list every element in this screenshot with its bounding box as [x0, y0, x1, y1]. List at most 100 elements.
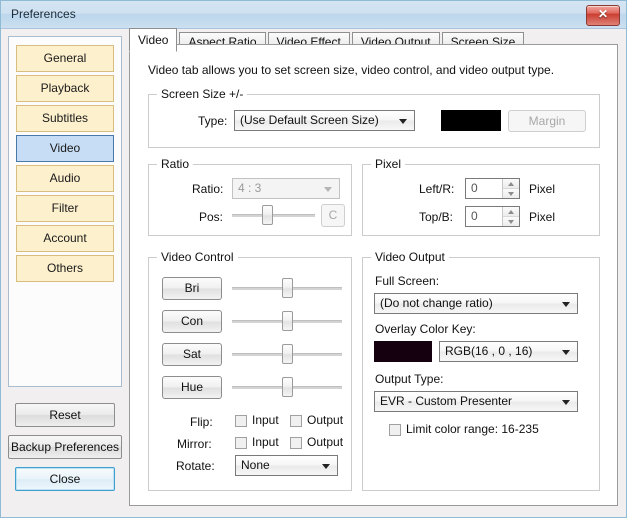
pixel-legend: Pixel [371, 157, 406, 171]
close-button[interactable]: Close [15, 467, 115, 491]
saturation-button[interactable]: Sat [162, 343, 222, 366]
overlay-color-swatch[interactable] [374, 341, 432, 362]
chevron-down-icon [322, 463, 330, 469]
chevron-down-icon [324, 186, 332, 192]
sidebar-item-others[interactable]: Others [16, 255, 114, 282]
mirror-input-label: Input [252, 435, 279, 449]
overlay-color-key-label: Overlay Color Key: [375, 322, 476, 336]
full-screen-value: (Do not change ratio) [380, 296, 493, 310]
chevron-down-icon [562, 301, 570, 307]
spin-up-icon[interactable] [503, 207, 519, 217]
screen-size-color-swatch[interactable] [441, 110, 501, 131]
checkbox-icon [290, 415, 302, 427]
preferences-dialog: Preferences ✕ General Playback Subtitles… [0, 0, 627, 518]
saturation-slider-thumb[interactable] [282, 344, 293, 364]
flip-output-label: Output [307, 413, 344, 427]
brightness-slider-thumb[interactable] [282, 278, 293, 298]
saturation-slider[interactable] [232, 344, 342, 364]
type-label: Type: [198, 114, 228, 128]
pixel-group: Pixel Left/R: 0 Pixel Top/B: 0 Pixel [362, 157, 600, 236]
full-screen-select[interactable]: (Do not change ratio) [374, 293, 578, 314]
left-right-spin-buttons[interactable] [502, 179, 519, 198]
contrast-button[interactable]: Con [162, 310, 222, 333]
top-bottom-value: 0 [471, 209, 478, 223]
title-bar: Preferences ✕ [1, 1, 626, 29]
brightness-button[interactable]: Bri [162, 277, 222, 300]
sidebar-item-general[interactable]: General [16, 45, 114, 72]
sidebar-item-audio[interactable]: Audio [16, 165, 114, 192]
video-control-group: Video Control Bri Con Sat Hue Flip: Inpu… [148, 250, 352, 491]
ratio-label: Ratio: [192, 182, 224, 196]
window-title: Preferences [11, 7, 76, 21]
checkbox-icon [389, 424, 401, 436]
video-control-legend: Video Control [157, 250, 238, 264]
sidebar-item-video[interactable]: Video [16, 135, 114, 162]
tab-content-panel: Video tab allows you to set screen size,… [129, 44, 618, 506]
center-button[interactable]: C [321, 204, 345, 227]
ratio-group: Ratio Ratio: 4 : 3 Pos: C [148, 157, 352, 236]
pos-slider-track [232, 214, 315, 217]
contrast-slider-thumb[interactable] [282, 311, 293, 331]
flip-label: Flip: [190, 415, 213, 429]
sidebar-item-account[interactable]: Account [16, 225, 114, 252]
spin-up-icon[interactable] [503, 179, 519, 189]
hue-button[interactable]: Hue [162, 376, 222, 399]
checkbox-icon [290, 437, 302, 449]
top-bottom-label: Top/B: [419, 210, 454, 224]
left-right-unit: Pixel [529, 182, 556, 196]
video-output-legend: Video Output [371, 250, 449, 264]
spin-down-icon[interactable] [503, 188, 519, 198]
chevron-down-icon [399, 118, 407, 124]
output-type-select[interactable]: EVR - Custom Presenter [374, 391, 578, 412]
video-output-group: Video Output Full Screen: (Do not change… [362, 250, 600, 491]
ratio-select[interactable]: 4 : 3 [232, 178, 340, 199]
top-bottom-spin-buttons[interactable] [502, 207, 519, 226]
sidebar-item-filter[interactable]: Filter [16, 195, 114, 222]
left-right-value: 0 [471, 181, 478, 195]
output-type-label: Output Type: [375, 372, 444, 386]
tab-description: Video tab allows you to set screen size,… [148, 63, 555, 77]
checkbox-icon [235, 415, 247, 427]
screen-size-legend: Screen Size +/- [157, 87, 248, 101]
sidebar-item-subtitles[interactable]: Subtitles [16, 105, 114, 132]
rotate-select[interactable]: None [235, 455, 338, 476]
sidebar-panel: General Playback Subtitles Video Audio F… [8, 36, 122, 387]
screen-size-type-select[interactable]: (Use Default Screen Size) [234, 110, 415, 131]
chevron-down-icon [562, 399, 570, 405]
overlay-color-select[interactable]: RGB(16 , 0 , 16) [439, 341, 578, 362]
reset-button[interactable]: Reset [15, 403, 115, 427]
pos-label: Pos: [199, 210, 224, 224]
flip-input-label: Input [252, 413, 279, 427]
contrast-slider[interactable] [232, 311, 342, 331]
hue-slider-thumb[interactable] [282, 377, 293, 397]
top-bottom-spinner[interactable]: 0 [465, 206, 520, 227]
pos-slider-thumb[interactable] [261, 205, 273, 225]
hue-slider[interactable] [232, 377, 342, 397]
full-screen-label: Full Screen: [375, 274, 440, 288]
mirror-output-label: Output [307, 435, 344, 449]
tab-video[interactable]: Video [129, 28, 178, 52]
overlay-color-value: RGB(16 , 0 , 16) [445, 344, 533, 358]
ratio-legend: Ratio [157, 157, 194, 171]
sidebar-item-playback[interactable]: Playback [16, 75, 114, 102]
backup-preferences-button[interactable]: Backup Preferences [8, 435, 122, 459]
ratio-value: 4 : 3 [238, 181, 262, 195]
rotate-value: None [241, 458, 270, 472]
spin-down-icon[interactable] [503, 216, 519, 226]
close-window-button[interactable]: ✕ [586, 5, 620, 26]
screen-size-type-value: (Use Default Screen Size) [240, 113, 379, 127]
checkbox-icon [235, 437, 247, 449]
margin-button[interactable]: Margin [508, 110, 586, 132]
chevron-down-icon [562, 349, 570, 355]
rotate-label: Rotate: [176, 459, 215, 473]
output-type-value: EVR - Custom Presenter [380, 394, 513, 408]
left-right-label: Left/R: [419, 182, 455, 196]
pos-slider[interactable] [232, 205, 315, 225]
mirror-label: Mirror: [177, 437, 212, 451]
close-icon: ✕ [597, 7, 609, 21]
left-right-spinner[interactable]: 0 [465, 178, 520, 199]
limit-color-range-label: Limit color range: 16-235 [406, 422, 539, 436]
brightness-slider[interactable] [232, 278, 342, 298]
screen-size-group: Screen Size +/- Type: (Use Default Scree… [148, 87, 600, 148]
top-bottom-unit: Pixel [529, 210, 556, 224]
